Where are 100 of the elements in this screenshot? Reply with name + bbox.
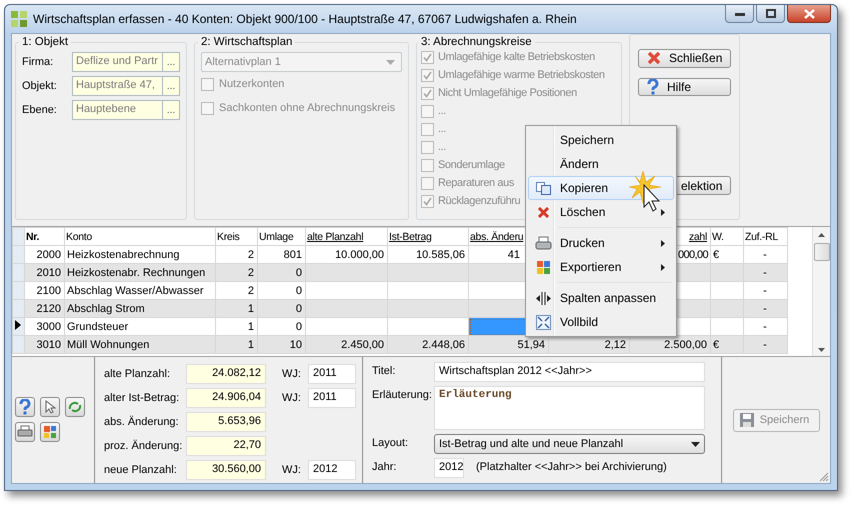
column-header[interactable]: W. bbox=[710, 228, 744, 246]
column-header[interactable]: Umlage bbox=[258, 228, 306, 246]
menu-item[interactable]: Vollbild bbox=[528, 310, 674, 334]
value-field[interactable]: 24.082,12 bbox=[186, 364, 266, 384]
scrollbar-thumb[interactable] bbox=[814, 243, 830, 261]
field-label: proz. Änderung: bbox=[104, 440, 184, 452]
table-cell bbox=[710, 264, 744, 282]
printer-icon bbox=[17, 424, 33, 438]
export-button[interactable] bbox=[40, 422, 60, 442]
field-label: Erläuterung: bbox=[372, 388, 433, 401]
layout-dropdown[interactable]: Ist-Betrag und alte und neue Planzahl bbox=[434, 434, 705, 454]
column-header[interactable]: Ist-Betrag bbox=[388, 228, 468, 246]
minimize-button[interactable] bbox=[725, 5, 754, 23]
year-field[interactable]: 2012 bbox=[308, 460, 356, 480]
table-cell: 0 bbox=[258, 300, 306, 318]
menu-item[interactable]: Kopieren bbox=[528, 176, 674, 200]
menu-item[interactable]: Spalten anpassen bbox=[528, 286, 674, 310]
field-label: Ebene: bbox=[22, 104, 58, 116]
group-title: 1: Objekt bbox=[21, 36, 70, 48]
table-cell: 0 bbox=[258, 264, 306, 282]
help-icon bbox=[647, 79, 659, 95]
field-label: Layout: bbox=[372, 436, 410, 449]
column-header[interactable]: Nr. bbox=[24, 228, 64, 246]
delete-icon bbox=[538, 206, 548, 218]
scroll-down-icon[interactable] bbox=[818, 348, 825, 352]
maximize-icon bbox=[766, 9, 776, 18]
pointer-icon bbox=[44, 400, 56, 414]
minimize-icon bbox=[734, 12, 744, 16]
column-resize-icon bbox=[536, 292, 550, 304]
field-label: Objekt: bbox=[22, 80, 58, 92]
value-field[interactable]: 30.560,00 bbox=[186, 460, 266, 480]
refresh-button[interactable] bbox=[65, 396, 85, 416]
year-field[interactable]: 2011 bbox=[308, 388, 356, 408]
column-header[interactable]: alte Planzahl bbox=[306, 228, 388, 246]
checkbox-label: Umlagefähige warme Betriebskosten bbox=[438, 69, 605, 81]
menu-item[interactable]: Speichern bbox=[528, 128, 674, 152]
scroll-up-icon[interactable] bbox=[818, 233, 825, 237]
table-cell: Abschlag Strom bbox=[64, 300, 216, 318]
copy-icon bbox=[536, 182, 550, 194]
table-cell: Heizkostenabr. Rechnungen bbox=[64, 264, 216, 282]
table-cell: - bbox=[744, 300, 788, 318]
hint-text: (Platzhalter <<Jahr>> bei Archivierung) bbox=[475, 460, 667, 473]
caret-icon bbox=[386, 60, 395, 64]
field-label: abs. Änderung: bbox=[104, 416, 180, 428]
value-field[interactable]: 5.653,96 bbox=[186, 412, 266, 432]
table-cell: 2.448,06 bbox=[388, 336, 468, 354]
column-header[interactable]: Konto bbox=[64, 228, 216, 246]
field-label: alter Ist-Betrag: bbox=[104, 392, 180, 404]
field-label: WJ: bbox=[282, 392, 302, 404]
table-cell: 2010 bbox=[24, 264, 64, 282]
table-cell: 3010 bbox=[24, 336, 64, 354]
table-cell: 2 bbox=[216, 264, 258, 282]
checkbox-label: Rücklagenzuführu bbox=[438, 195, 520, 207]
field-label: Jahr: bbox=[372, 460, 398, 473]
close-button[interactable]: Schließen bbox=[638, 49, 732, 68]
submenu-arrow-icon bbox=[661, 264, 665, 270]
pointer-button[interactable] bbox=[40, 396, 60, 416]
table-cell: Müll Wohnungen bbox=[64, 336, 216, 354]
table-cell: 51,94 bbox=[468, 336, 548, 354]
field-label: Titel: bbox=[372, 364, 396, 377]
app-icon bbox=[11, 11, 27, 27]
column-header[interactable]: Kreis bbox=[216, 228, 258, 246]
value-field[interactable]: 24.906,04 bbox=[186, 388, 266, 408]
table-cell: 2120 bbox=[24, 300, 64, 318]
export-icon bbox=[536, 260, 550, 274]
checkbox-label: Sachkonten ohne Abrechnungskreis bbox=[219, 102, 396, 114]
submenu-arrow-icon bbox=[661, 240, 665, 246]
close-icon bbox=[804, 8, 814, 18]
field-label: neue Planzahl: bbox=[104, 464, 178, 476]
maximize-button[interactable] bbox=[756, 5, 785, 23]
menu-item[interactable]: Ändern bbox=[528, 152, 674, 176]
table-cell: 1 bbox=[216, 300, 258, 318]
menu-item[interactable]: Löschen bbox=[528, 200, 674, 224]
column-header[interactable]: Zuf.-RL bbox=[744, 228, 788, 246]
title-field[interactable]: Wirtschaftsplan 2012 <<Jahr>> bbox=[434, 362, 705, 382]
printer-icon bbox=[534, 236, 552, 250]
print-button[interactable] bbox=[15, 422, 35, 442]
description-field[interactable]: Erläuterung bbox=[434, 386, 705, 430]
help-button[interactable] bbox=[15, 396, 35, 416]
help-icon bbox=[19, 398, 31, 414]
value-field[interactable]: 22,70 bbox=[186, 436, 266, 456]
close-button[interactable] bbox=[787, 5, 831, 23]
help-button[interactable]: Hilfe bbox=[638, 78, 732, 96]
table-cell: 2.500,00 bbox=[630, 336, 710, 354]
field-label: WJ: bbox=[282, 464, 302, 476]
table-cell: - bbox=[744, 264, 788, 282]
group-title: 2: Wirtschaftsplan bbox=[200, 36, 294, 48]
resize-grip-icon[interactable] bbox=[819, 472, 829, 482]
checkbox-label: Sonderumlage bbox=[438, 159, 505, 171]
table-cell: 1 bbox=[216, 336, 258, 354]
row-indicator[interactable] bbox=[12, 318, 24, 336]
table-cell: - bbox=[744, 336, 788, 354]
year-field[interactable]: 2011 bbox=[308, 364, 356, 384]
checkbox-label: Umlagefähige kalte Betriebskosten bbox=[438, 51, 595, 63]
field-label: WJ: bbox=[282, 368, 302, 380]
scrollbar[interactable] bbox=[812, 227, 830, 356]
export-icon bbox=[43, 424, 57, 438]
checkbox-label: ... bbox=[438, 123, 446, 135]
table-cell: 10 bbox=[258, 336, 306, 354]
year-field[interactable]: 2012 bbox=[434, 458, 464, 478]
